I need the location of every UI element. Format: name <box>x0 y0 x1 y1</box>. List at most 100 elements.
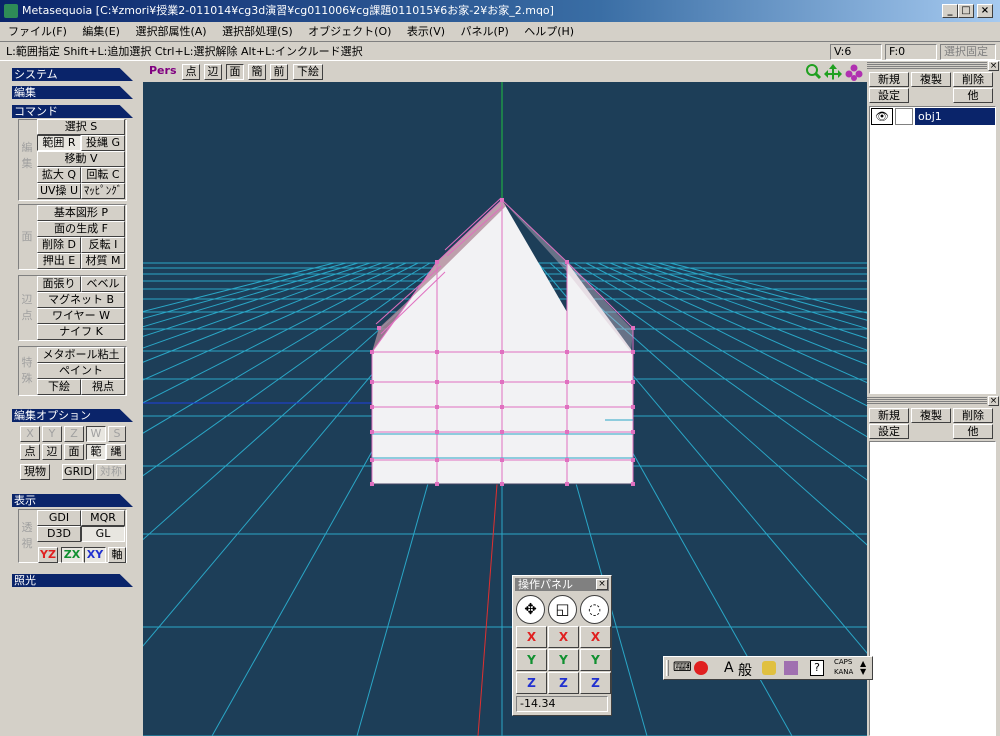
extrude-button[interactable]: 押出 E <box>37 253 81 269</box>
vertex-marker[interactable] <box>565 260 569 264</box>
x-constraint-scale[interactable]: X <box>548 626 579 648</box>
uv-button[interactable]: UV操 U <box>37 183 81 199</box>
view-underlay-button[interactable]: 下絵 <box>293 64 323 80</box>
scale-mode-icon[interactable]: ◱ <box>548 595 577 624</box>
paint-button[interactable]: ペイント <box>37 363 125 379</box>
vertex-marker[interactable] <box>500 430 504 434</box>
vertex-marker[interactable] <box>370 405 374 409</box>
menu-object[interactable]: オブジェクト(O) <box>308 25 391 38</box>
invert-button[interactable]: 反転 I <box>81 237 125 253</box>
vertex-marker[interactable] <box>435 380 439 384</box>
vertex-marker[interactable] <box>435 430 439 434</box>
vertex-marker[interactable] <box>435 482 439 486</box>
x-constraint-rotate[interactable]: X <box>580 626 611 648</box>
vertex-marker[interactable] <box>565 405 569 409</box>
minimize-button[interactable]: _ <box>942 4 958 18</box>
vertex-marker[interactable] <box>631 405 635 409</box>
section-display[interactable]: 表示 <box>12 494 133 507</box>
vertex-marker[interactable] <box>370 380 374 384</box>
vertex-marker[interactable] <box>631 430 635 434</box>
range-button[interactable]: 範囲 R <box>37 135 81 151</box>
vertex-marker[interactable] <box>631 380 635 384</box>
material-button[interactable]: 材質 M <box>81 253 125 269</box>
ime-grip[interactable] <box>666 660 669 676</box>
generate-face-button[interactable]: 面の生成 F <box>37 221 125 237</box>
target-edge-button[interactable]: 辺 <box>42 444 62 460</box>
lock-toggle[interactable] <box>895 108 913 125</box>
viewpoint-button[interactable]: 視点 <box>81 379 125 395</box>
y-constraint-rotate[interactable]: Y <box>580 649 611 671</box>
object-other-button[interactable]: 他 <box>953 88 993 103</box>
menu-view[interactable]: 表示(V) <box>407 25 445 38</box>
menu-file[interactable]: ファイル(F) <box>8 25 67 38</box>
stretch-button[interactable]: 面張り <box>37 276 81 292</box>
rotate-mode-icon[interactable]: ◌ <box>580 595 609 624</box>
section-edit-options[interactable]: 編集オプション <box>12 409 133 422</box>
vertex-marker[interactable] <box>370 430 374 434</box>
vertex-marker[interactable] <box>500 482 504 486</box>
material-delete-button[interactable]: 削除 <box>953 408 993 423</box>
world-button[interactable]: W <box>86 426 106 442</box>
vertex-marker[interactable] <box>631 458 635 462</box>
magnet-button[interactable]: マグネット B <box>37 292 125 308</box>
range-mode-button[interactable]: 範 <box>86 444 106 460</box>
current-object-button[interactable]: 現物 <box>20 464 50 480</box>
object-copy-button[interactable]: 複製 <box>911 72 951 87</box>
zx-plane-button[interactable]: ZX <box>61 547 83 563</box>
vertex-marker[interactable] <box>435 405 439 409</box>
metaball-button[interactable]: メタボール粘土 <box>37 347 125 363</box>
xy-plane-button[interactable]: XY <box>84 547 106 563</box>
rotate-view-icon[interactable] <box>845 64 863 82</box>
view-points-button[interactable]: 点 <box>182 64 200 80</box>
view-front-button[interactable]: 前 <box>270 64 288 80</box>
lock-z-button[interactable]: Z <box>64 426 84 442</box>
vertex-marker[interactable] <box>435 350 439 354</box>
vertex-marker[interactable] <box>370 458 374 462</box>
z-constraint-move[interactable]: Z <box>516 672 547 694</box>
vertex-marker[interactable] <box>500 458 504 462</box>
input-mode-label[interactable]: A <box>724 660 734 676</box>
vertex-marker[interactable] <box>370 350 374 354</box>
vertex-marker[interactable] <box>631 326 635 330</box>
target-point-button[interactable]: 点 <box>20 444 40 460</box>
dictionary-icon[interactable] <box>762 661 776 675</box>
gdi-button[interactable]: GDI <box>37 510 81 526</box>
material-other-button[interactable]: 他 <box>953 424 993 439</box>
section-edit[interactable]: 編集 <box>12 86 133 99</box>
rotate-button[interactable]: 回転 C <box>81 167 125 183</box>
menu-edit[interactable]: 編集(E) <box>82 25 120 38</box>
move-mode-icon[interactable]: ✥ <box>516 595 545 624</box>
underlay-button[interactable]: 下絵 <box>37 379 81 395</box>
menu-sel-attr[interactable]: 選択部属性(A) <box>135 25 206 38</box>
menu-help[interactable]: ヘルプ(H) <box>524 25 574 38</box>
selection-fix-toggle[interactable]: 選択固定 <box>940 44 996 60</box>
x-constraint-move[interactable]: X <box>516 626 547 648</box>
knife-button[interactable]: ナイフ K <box>37 324 125 340</box>
screen-button[interactable]: S <box>108 426 126 442</box>
z-constraint-scale[interactable]: Z <box>548 672 579 694</box>
delete-button[interactable]: 削除 D <box>37 237 81 253</box>
vertex-marker[interactable] <box>370 482 374 486</box>
material-new-button[interactable]: 新規 <box>869 408 909 423</box>
3d-viewport[interactable] <box>143 82 867 736</box>
material-copy-button[interactable]: 複製 <box>911 408 951 423</box>
target-face-button[interactable]: 面 <box>64 444 84 460</box>
object-new-button[interactable]: 新規 <box>869 72 909 87</box>
mqr-button[interactable]: MQR <box>81 510 125 526</box>
primitive-button[interactable]: 基本図形 P <box>37 205 125 221</box>
object-delete-button[interactable]: 削除 <box>953 72 993 87</box>
view-mode-label[interactable]: Pers <box>149 64 177 77</box>
move-button[interactable]: 移動 V <box>37 151 125 167</box>
view-simple-button[interactable]: 簡 <box>248 64 266 80</box>
vertex-marker[interactable] <box>631 482 635 486</box>
vertex-marker[interactable] <box>435 260 439 264</box>
object-panel-close[interactable]: × <box>988 61 999 71</box>
keyboard-icon[interactable]: ⌨ <box>673 660 692 675</box>
vertex-marker[interactable] <box>631 350 635 354</box>
close-button[interactable]: × <box>977 4 993 18</box>
wire-button[interactable]: ワイヤー W <box>37 308 125 324</box>
yz-plane-button[interactable]: YZ <box>38 547 58 563</box>
pan-icon[interactable] <box>824 64 842 80</box>
bevel-button[interactable]: ベベル <box>81 276 125 292</box>
axis-button[interactable]: 軸 <box>108 547 126 563</box>
